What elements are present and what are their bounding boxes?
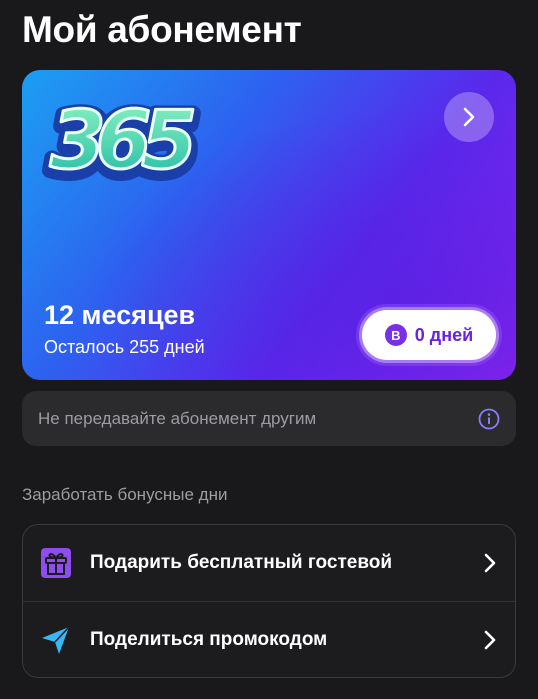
page-title: Мой абонемент	[22, 9, 302, 50]
bonus-actions-list: Подарить бесплатный гостевой Поделиться …	[22, 524, 516, 678]
paper-plane-icon	[42, 626, 70, 654]
bonus-days-text: 0 дней	[414, 324, 474, 345]
logo-365-icon: 365 365	[42, 90, 211, 190]
share-promo-row[interactable]: Поделиться промокодом	[23, 602, 515, 678]
logo-text: 365	[50, 94, 193, 187]
bonus-days-pill[interactable]: B 0 дней	[362, 310, 496, 360]
share-promo-label: Поделиться промокодом	[90, 629, 328, 650]
plan-remaining: Осталось 255 дней	[44, 337, 205, 357]
section-label: Заработать бонусные дни	[22, 485, 228, 504]
chevron-right-icon	[484, 553, 496, 573]
subscription-card[interactable]: 365 365 12 месяцев Осталось 255 дней B 0…	[22, 70, 516, 380]
notice-text: Не передавайте абонемент другим	[38, 408, 317, 428]
info-icon[interactable]	[478, 408, 500, 430]
gift-guest-row[interactable]: Подарить бесплатный гостевой	[23, 525, 515, 601]
notice-banner: Не передавайте абонемент другим	[22, 391, 516, 446]
gift-icon	[41, 548, 71, 578]
gift-guest-label: Подарить бесплатный гостевой	[90, 552, 393, 573]
plan-name: 12 месяцев	[44, 300, 196, 330]
chevron-right-icon	[484, 630, 496, 650]
card-details-button[interactable]	[444, 92, 494, 142]
chevron-right-icon	[463, 107, 475, 127]
bonus-badge-icon: B	[384, 324, 407, 346]
